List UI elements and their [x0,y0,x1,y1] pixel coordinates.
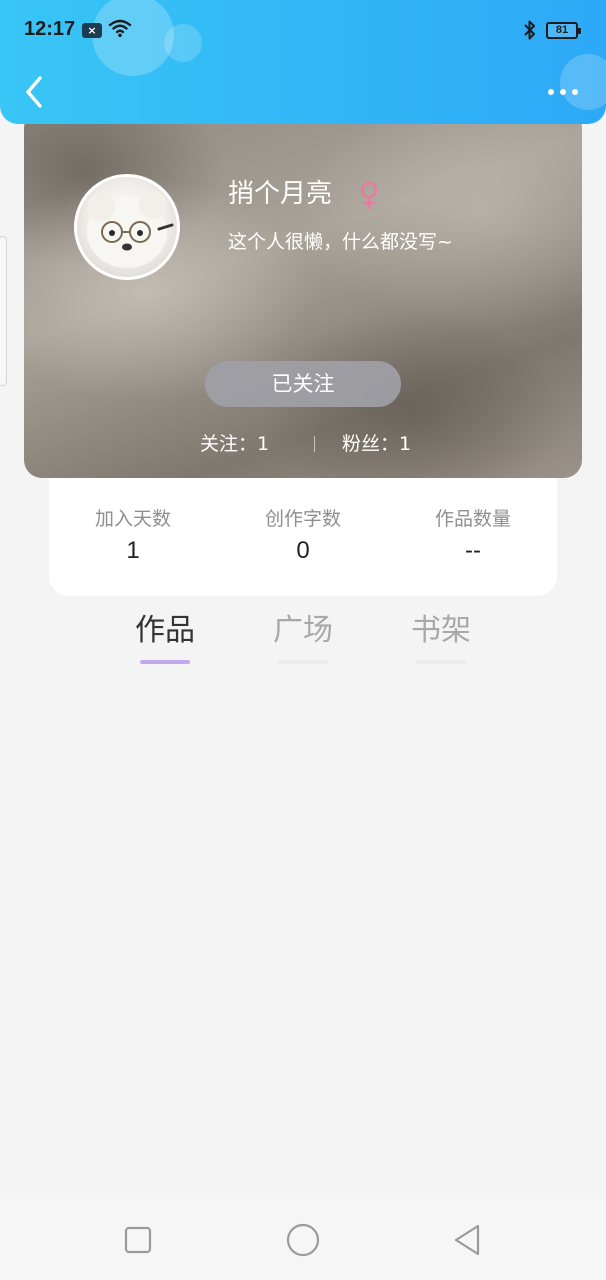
stat-value: 1 [126,537,140,564]
tab-indicator [278,660,328,664]
battery-indicator: 81 [546,22,581,39]
profile-tabs: 作品 广场 书架 [0,606,606,670]
decor-bubble [92,0,174,76]
notification-icon: × [82,23,102,38]
stats-card: 加入天数 1 创作字数 0 作品数量 -- [49,462,557,596]
bluetooth-icon [524,20,535,40]
user-bio: 这个人很懒，什么都没写~ [228,231,453,253]
tab-square[interactable]: 广场 [248,606,358,664]
back-button[interactable] [20,74,48,110]
stat-value: -- [465,537,481,564]
avatar[interactable] [74,174,180,280]
tab-works[interactable]: 作品 [110,606,220,664]
more-options-button[interactable] [546,84,580,100]
profile-card: 捎个月亮 这个人很懒，什么都没写~ 已关注 关注：1 粉丝：1 [24,110,582,478]
circle-home-icon[interactable] [281,1218,325,1262]
stat-join-days: 加入天数 1 [68,506,198,566]
header-bar: 12:17 × 81 [0,0,606,124]
dog-avatar-image [87,191,174,268]
followed-button[interactable]: 已关注 [205,361,401,407]
stat-word-count: 创作字数 0 [238,506,368,566]
tab-label: 作品 [135,613,195,648]
fans-count[interactable]: 粉丝：1 [342,430,411,458]
stat-label: 作品数量 [434,508,511,530]
stat-value: 0 [296,537,310,564]
status-time: 12:17 [24,18,76,40]
wifi-icon [108,19,132,38]
tab-bookshelf[interactable]: 书架 [386,606,496,664]
follow-stats: 关注：1 粉丝：1 [24,430,582,458]
following-count[interactable]: 关注：1 [200,430,269,458]
profile-page: 12:17 × 81 捎个月亮 这个人很懒，什么都没写~ 已关注 关注：1 粉丝… [0,0,606,1280]
divider [314,436,315,452]
female-icon [360,181,378,210]
tab-indicator [416,660,466,664]
stat-works-count: 作品数量 -- [408,506,538,566]
username: 捎个月亮 [228,179,333,209]
decor-bubble [164,24,202,62]
square-icon[interactable] [116,1218,160,1262]
tab-label: 广场 [273,613,333,648]
tab-indicator [140,660,190,664]
tab-label: 书架 [411,613,471,648]
system-nav-bar [0,1198,606,1280]
stat-label: 创作字数 [264,508,341,530]
side-drawer-handle[interactable] [0,236,7,386]
stat-label: 加入天数 [94,508,171,530]
decor-bubble [560,54,606,110]
triangle-back-icon[interactable] [446,1218,490,1262]
